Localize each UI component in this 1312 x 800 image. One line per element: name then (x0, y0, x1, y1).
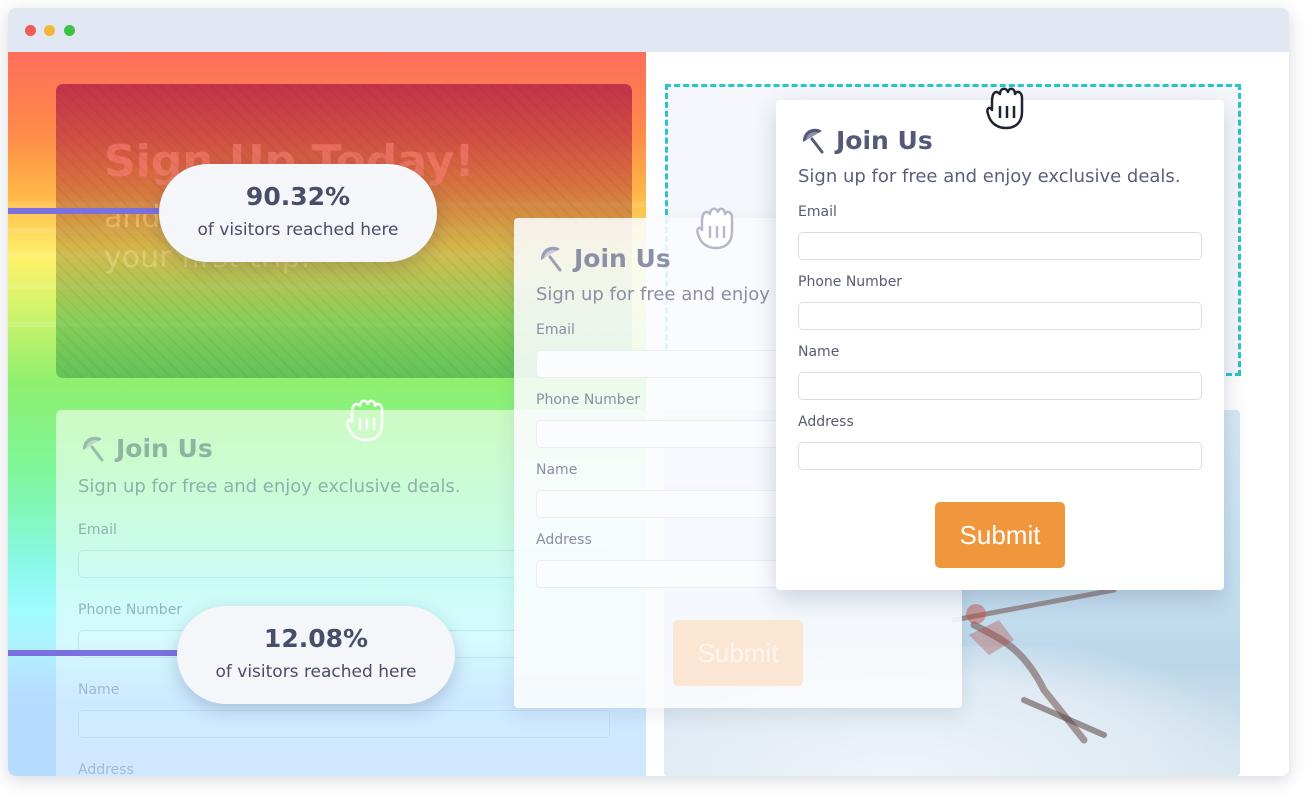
maximize-window-button[interactable] (64, 25, 75, 36)
umbrella-icon (802, 128, 824, 153)
reach-caption: of visitors reached here (197, 220, 399, 240)
form-title: Join Us (538, 244, 671, 273)
reach-bubble-bottom: 12.08% of visitors reached here (177, 606, 455, 704)
grab-hand-icon[interactable] (978, 80, 1032, 134)
email-label: Email (798, 204, 837, 220)
submit-button[interactable]: Submit (673, 620, 803, 686)
email-field[interactable] (798, 232, 1202, 260)
minimize-window-button[interactable] (44, 25, 55, 36)
reach-percent: 12.08% (263, 624, 369, 653)
address-field[interactable] (798, 442, 1202, 470)
form-subtitle: Sign up for free and enjoy exclusive dea… (798, 166, 1181, 187)
form-title-text: Join Us (116, 434, 213, 463)
phone-label: Phone Number (78, 602, 183, 618)
form-title-text: Join Us (836, 126, 933, 155)
form-subtitle: Sign up for free and enjoy (536, 284, 770, 305)
name-label: Name (536, 462, 578, 478)
form-title: Join Us (800, 126, 933, 155)
umbrella-icon (82, 436, 104, 461)
form-subtitle: Sign up for free and enjoy exclusive dea… (78, 476, 461, 497)
name-label: Name (798, 344, 840, 360)
reach-caption: of visitors reached here (215, 662, 417, 682)
title-bar (8, 8, 1289, 52)
page-canvas: Sign Up Today! and your first trip. Join… (8, 52, 1289, 776)
phone-field[interactable] (798, 302, 1202, 330)
phone-label: Phone Number (536, 392, 641, 408)
signup-form[interactable]: Join Us Sign up for free and enjoy exclu… (776, 100, 1224, 590)
grab-hand-icon (696, 207, 734, 250)
email-label: Email (536, 322, 575, 338)
submit-button[interactable]: Submit (935, 502, 1065, 568)
umbrella-icon (540, 246, 562, 271)
name-field[interactable] (78, 710, 610, 738)
reach-line-bottom (8, 650, 186, 656)
name-label: Name (78, 682, 120, 698)
address-label: Address (78, 762, 134, 776)
grab-hand-icon (346, 399, 384, 442)
close-window-button[interactable] (25, 25, 36, 36)
browser-window: Sign Up Today! and your first trip. Join… (8, 8, 1289, 776)
reach-line-top (8, 208, 168, 214)
form-title-text: Join Us (574, 244, 671, 273)
phone-label: Phone Number (798, 274, 903, 290)
reach-percent: 90.32% (245, 182, 351, 211)
form-title: Join Us (80, 434, 213, 463)
address-label: Address (536, 532, 592, 548)
email-label: Email (78, 522, 117, 538)
reach-bubble-top: 90.32% of visitors reached here (159, 164, 437, 262)
name-field[interactable] (798, 372, 1202, 400)
address-label: Address (798, 414, 854, 430)
